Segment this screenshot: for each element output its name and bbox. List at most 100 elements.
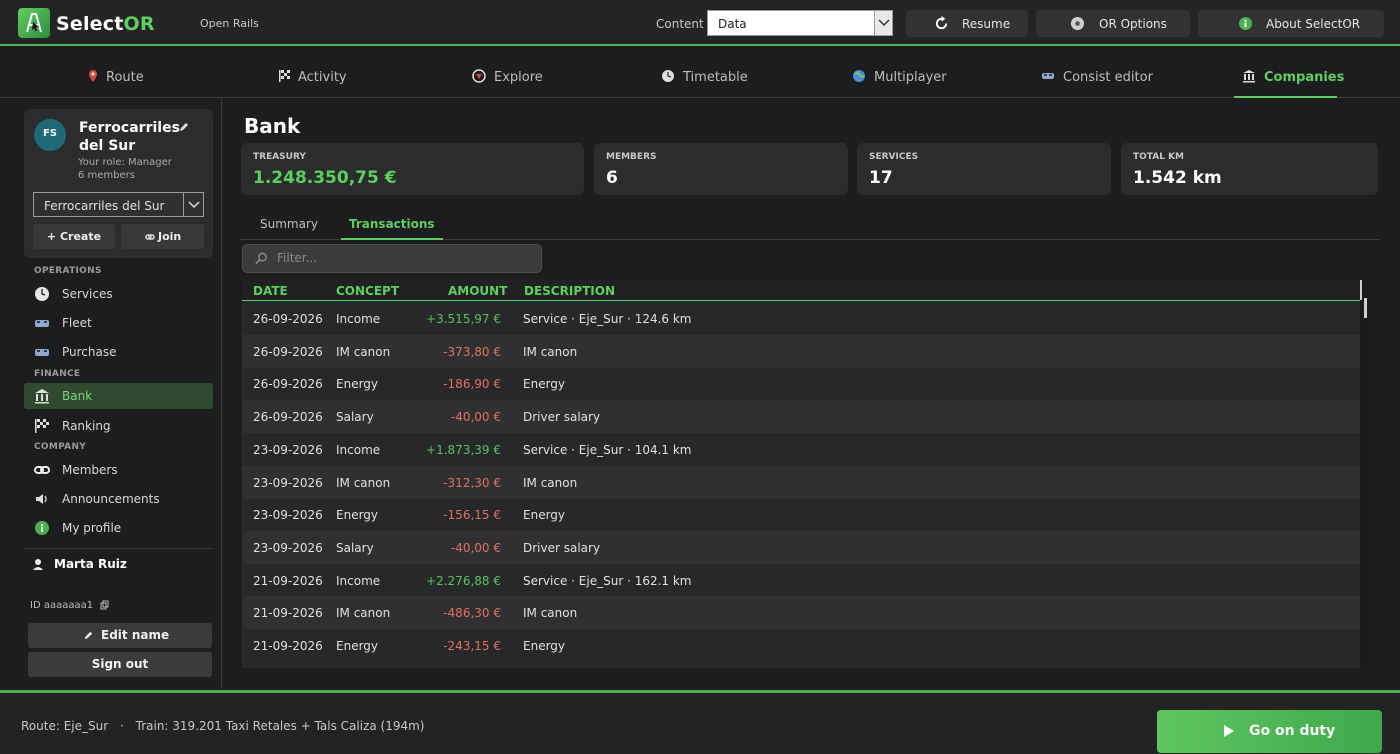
go-on-duty-button[interactable]: Go on duty: [1157, 710, 1382, 753]
column-description[interactable]: DESCRIPTION: [524, 284, 615, 298]
page-title: Bank: [244, 114, 301, 138]
sidebar-item-ranking[interactable]: Ranking: [24, 413, 213, 439]
pencil-icon[interactable]: [178, 121, 190, 133]
train-info: Train: 319.201 Taxi Retales + Tals Caliz…: [135, 719, 425, 733]
or-options-button[interactable]: OR Options: [1036, 10, 1190, 37]
stat-total-km: TOTAL KM 1.542 km: [1121, 143, 1378, 195]
cell-concept: IM canon: [336, 475, 391, 490]
column-date[interactable]: DATE: [253, 284, 288, 298]
table-row[interactable]: 26-09-2026 Salary -40,00 € Driver salary: [242, 400, 1360, 434]
status-footer: Route: Eje_Sur · Train: 319.201 Taxi Ret…: [0, 690, 1400, 754]
cell-concept: Energy: [336, 377, 379, 392]
tab-companies[interactable]: Companies: [1234, 56, 1344, 98]
info-icon: [1238, 16, 1253, 31]
company-name: Ferrocarriles del Sur: [79, 120, 180, 154]
tab-summary[interactable]: Summary: [260, 217, 318, 240]
chevron-down-icon[interactable]: [183, 193, 203, 216]
clock-icon: [35, 287, 49, 301]
company-avatar: FS: [34, 119, 66, 151]
edit-name-button[interactable]: Edit name: [28, 623, 212, 648]
top-bar: SelectOR Open Rails Content Data Resume …: [0, 0, 1400, 46]
checkered-flag-icon: [35, 419, 49, 433]
cell-date: 23-09-2026: [253, 508, 323, 523]
sign-out-button[interactable]: Sign out: [28, 652, 212, 677]
cell-amount: -156,15 €: [443, 508, 501, 523]
cell-concept: IM canon: [336, 606, 391, 621]
stat-members: MEMBERS 6: [594, 143, 848, 195]
sidebar-item-bank[interactable]: Bank: [24, 383, 213, 409]
app-logo: [18, 8, 50, 38]
tab-explore[interactable]: Explore: [472, 56, 543, 98]
cell-date: 26-09-2026: [253, 344, 323, 359]
cell-date: 26-09-2026: [253, 377, 323, 392]
train-icon: [35, 349, 49, 356]
sidebar-item-members[interactable]: Members: [24, 457, 213, 483]
main-tabs: Route Activity Explore Timetable Multipl…: [0, 56, 1400, 98]
table-row[interactable]: 26-09-2026 Income +3.515,97 € Service · Eje…: [242, 302, 1360, 335]
scrollbar-top-marker: [1360, 280, 1362, 300]
table-row[interactable]: 23-09-2026 Salary -40,00 € Driver salary: [242, 530, 1360, 564]
cell-amount: -40,00 €: [450, 540, 501, 555]
table-row[interactable]: 23-09-2026 Energy -156,15 € Energy: [242, 498, 1360, 531]
table-row[interactable]: 26-09-2026 Energy -186,90 € Energy: [242, 367, 1360, 400]
company-select-value: Ferrocarriles del Sur: [44, 199, 165, 213]
company-card: FS Ferrocarriles del Sur Your role: Mana…: [24, 109, 213, 258]
about-button[interactable]: About SelectOR: [1198, 10, 1384, 37]
tab-activity[interactable]: Activity: [278, 56, 348, 98]
table-row[interactable]: 21-09-2026 Income +2.276,88 € Service · Eje…: [242, 564, 1360, 597]
pin-icon: [89, 70, 97, 82]
cell-amount: +1.873,39 €: [426, 442, 501, 457]
content-select[interactable]: Data: [707, 10, 893, 36]
checkered-flag-icon: [279, 70, 290, 82]
table-scrollbar[interactable]: [1360, 280, 1370, 668]
scrollbar-thumb[interactable]: [1364, 298, 1367, 318]
app-subtitle: Open Rails: [200, 17, 259, 30]
copy-icon[interactable]: [100, 600, 110, 610]
section-finance: FINANCE: [34, 369, 81, 379]
table-row[interactable]: 23-09-2026 IM canon -312,30 € IM canon: [242, 465, 1360, 499]
create-company-button[interactable]: + Create: [33, 224, 115, 249]
table-row[interactable]: 21-09-2026 IM canon -486,30 € IM canon: [242, 596, 1360, 630]
section-company: COMPANY: [34, 442, 87, 452]
cell-amount: +3.515,97 €: [426, 312, 501, 326]
cell-description: IM canon: [523, 606, 578, 621]
cell-description: IM canon: [523, 344, 578, 359]
column-concept[interactable]: CONCEPT: [336, 284, 399, 298]
filter-input[interactable]: [277, 251, 527, 265]
sidebar-item-my-profile[interactable]: My profile: [24, 515, 213, 541]
tab-route[interactable]: Route: [86, 56, 146, 98]
tab-consist-editor[interactable]: Consist editor: [1041, 56, 1153, 98]
content-label: Content: [656, 17, 704, 31]
join-company-button[interactable]: Join: [121, 224, 204, 249]
tab-transactions[interactable]: Transactions: [341, 217, 443, 240]
sidebar-item-purchase[interactable]: Purchase: [24, 339, 213, 365]
chevron-down-icon[interactable]: [874, 11, 892, 35]
sidebar-item-announcements[interactable]: Announcements: [24, 486, 213, 512]
sidebar-item-services[interactable]: Services: [24, 281, 213, 307]
cell-description: Driver salary: [523, 410, 601, 425]
cell-date: 23-09-2026: [253, 475, 323, 490]
column-amount[interactable]: AMOUNT: [448, 284, 507, 298]
app-title: SelectOR: [56, 13, 155, 35]
tab-multiplayer[interactable]: Multiplayer: [852, 56, 947, 98]
cell-concept: Income: [336, 573, 381, 588]
cell-amount: +2.276,88 €: [426, 573, 501, 588]
cell-concept: Salary: [336, 540, 374, 555]
table-row[interactable]: 23-09-2026 Income +1.873,39 € Service · Eje…: [242, 433, 1360, 466]
cell-date: 23-09-2026: [253, 442, 323, 457]
tab-timetable[interactable]: Timetable: [661, 56, 748, 98]
resume-button[interactable]: Resume: [906, 10, 1028, 37]
cell-description: Energy: [523, 508, 566, 523]
sidebar-item-fleet[interactable]: Fleet: [24, 310, 213, 336]
table-row[interactable]: 26-09-2026 IM canon -373,80 € IM canon: [242, 334, 1360, 368]
table-row[interactable]: 21-09-2026 Energy -243,15 € Energy: [242, 629, 1360, 662]
cell-date: 21-09-2026: [253, 573, 323, 588]
play-icon: [1224, 725, 1234, 737]
company-select[interactable]: Ferrocarriles del Sur: [33, 192, 204, 217]
cell-description: IM canon: [523, 475, 578, 490]
speaker-icon: [36, 494, 47, 504]
cell-description: Driver salary: [523, 540, 601, 555]
filter-box[interactable]: [242, 244, 542, 273]
current-selection: Route: Eje_Sur · Train: 319.201 Taxi Ret…: [21, 719, 425, 733]
bank-icon: [1243, 70, 1255, 83]
